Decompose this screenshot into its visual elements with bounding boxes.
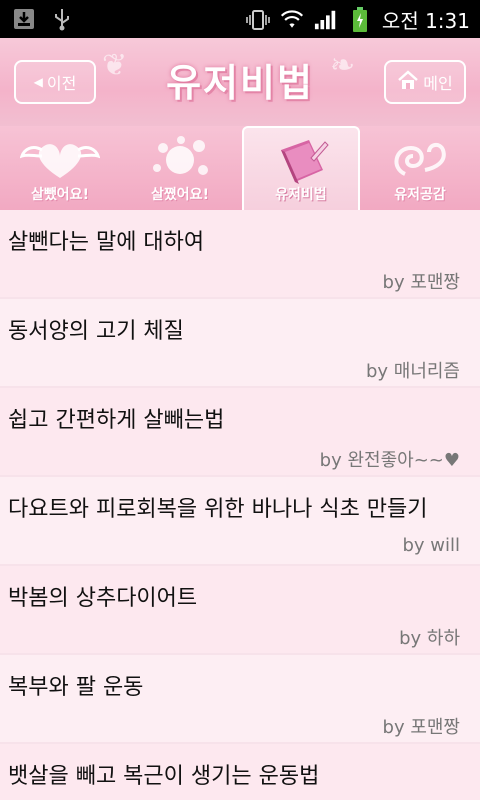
- back-arrow-icon: ◀: [33, 75, 43, 89]
- item-author: by will: [402, 535, 460, 556]
- tab-label: 유저비법: [275, 187, 327, 203]
- status-bar: 오전 1:31: [0, 0, 480, 38]
- tab-user-tips[interactable]: 유저비법: [242, 126, 360, 210]
- item-title: 동서양의 고기 체질: [8, 319, 184, 344]
- tab-gained-weight[interactable]: 살쪘어요!: [120, 126, 240, 210]
- item-title: 박봄의 상추다이어트: [8, 586, 198, 611]
- app-header: ❦ ❧ ◀ 이전 유저비법 메인: [0, 38, 480, 126]
- item-author: by 하하: [399, 628, 460, 649]
- item-title: 복부와 팔 운동: [8, 675, 144, 700]
- tab-label: 살쪘어요!: [151, 187, 209, 203]
- item-title: 다요트와 피로회복을 위한 바나나 식초 만들기: [8, 497, 428, 522]
- list-item[interactable]: 복부와 팔 운동 by 포맨짱: [0, 655, 480, 744]
- signal-icon: [314, 7, 338, 33]
- swirl-decoration-icon: ❦: [102, 48, 128, 83]
- tab-label: 살뺐어요!: [31, 187, 89, 203]
- heart-wings-icon: [19, 134, 101, 186]
- vibrate-icon: [246, 7, 270, 33]
- tab-label: 유저공감: [394, 187, 446, 203]
- category-tabs: 살뺐어요! 살쪘어요! 유저비법 유저공감: [0, 126, 480, 210]
- list-item[interactable]: 동서양의 고기 체질 by 매너리즘: [0, 299, 480, 388]
- item-author: by 포맨짱: [382, 717, 460, 738]
- battery-charging-icon: [348, 6, 372, 33]
- tab-user-empathy[interactable]: 유저공감: [360, 126, 480, 210]
- item-author: by 완전좋아~~♥: [319, 450, 460, 471]
- list-item[interactable]: 다요트와 피로회복을 위한 바나나 식초 만들기 by will: [0, 477, 480, 566]
- home-button-label: 메인: [423, 74, 453, 93]
- splash-icon: [145, 134, 215, 188]
- list-item[interactable]: 박봄의 상추다이어트 by 하하: [0, 566, 480, 655]
- item-title: 쉽고 간편하게 살빼는법: [8, 408, 225, 433]
- back-button[interactable]: ◀ 이전: [14, 60, 96, 104]
- home-icon: [397, 70, 419, 94]
- download-icon: [12, 6, 36, 32]
- tab-lost-weight[interactable]: 살뺐어요!: [0, 126, 120, 210]
- item-title: 살뺀다는 말에 대하여: [8, 230, 205, 255]
- item-title: 뱃살을 빼고 복근이 생기는 운동법: [8, 764, 320, 789]
- list-item[interactable]: 살뺀다는 말에 대하여 by 포맨짱: [0, 210, 480, 299]
- wifi-icon: [280, 7, 304, 33]
- list-item[interactable]: 쉽고 간편하게 살빼는법 by 완전좋아~~♥: [0, 388, 480, 477]
- back-button-label: 이전: [46, 74, 77, 93]
- page-title: 유저비법: [166, 60, 314, 105]
- usb-icon: [50, 6, 74, 32]
- swirl-icon: [385, 134, 455, 188]
- list-item[interactable]: 뱃살을 빼고 복근이 생기는 운동법: [0, 744, 480, 800]
- item-author: by 포맨짱: [382, 272, 460, 293]
- clock: 오전 1:31: [381, 9, 470, 33]
- item-author: by 매너리즘: [365, 361, 460, 382]
- tips-list: 살뺀다는 말에 대하여 by 포맨짱 동서양의 고기 체질 by 매너리즘 쉽고…: [0, 210, 480, 800]
- home-button[interactable]: 메인: [384, 60, 466, 104]
